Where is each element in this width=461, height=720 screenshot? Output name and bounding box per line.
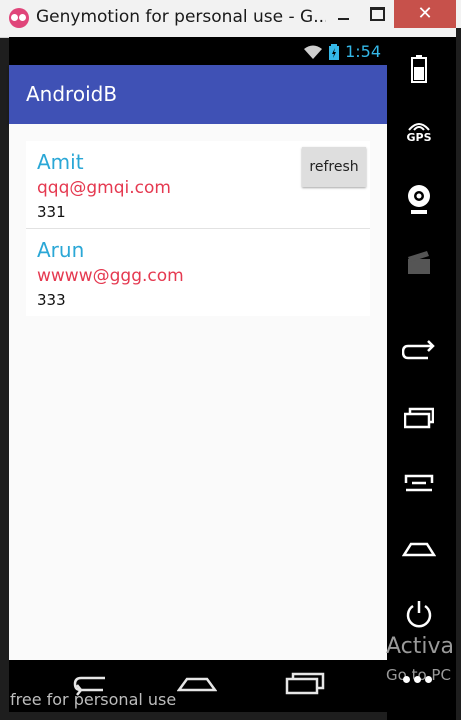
window-title-bar: Genymotion for personal use - G... ✕ bbox=[0, 0, 461, 38]
more-options-icon[interactable] bbox=[403, 676, 432, 683]
window-frame-edge bbox=[456, 28, 461, 720]
contact-name: Amit bbox=[37, 150, 84, 174]
list-item[interactable]: Arun wwww@ggg.com 333 bbox=[26, 228, 370, 316]
gps-icon[interactable]: GPS bbox=[387, 121, 451, 144]
maximize-icon bbox=[369, 7, 385, 21]
app-title: AndroidB bbox=[26, 82, 118, 106]
menu-icon[interactable] bbox=[387, 473, 451, 493]
home-icon[interactable] bbox=[177, 670, 217, 696]
maximize-button[interactable] bbox=[361, 0, 393, 28]
recent-apps-icon[interactable] bbox=[285, 670, 325, 696]
app-toolbar: AndroidB bbox=[9, 65, 387, 124]
contact-number: 331 bbox=[37, 203, 66, 221]
status-time: 1:54 bbox=[345, 42, 381, 61]
close-button[interactable]: ✕ bbox=[394, 0, 456, 28]
power-icon[interactable] bbox=[387, 599, 451, 629]
personal-use-watermark: free for personal use bbox=[10, 690, 177, 709]
genymotion-sidebar: GPS bbox=[387, 37, 461, 720]
contact-name: Arun bbox=[37, 238, 85, 262]
list-item[interactable]: Amit qqq@gmqi.com 331 refresh bbox=[26, 141, 370, 228]
close-icon: ✕ bbox=[417, 3, 433, 24]
minimize-icon bbox=[337, 18, 349, 20]
window-title: Genymotion for personal use - G... bbox=[36, 7, 326, 27]
activate-windows-text: Activa bbox=[386, 634, 454, 659]
gps-label: GPS bbox=[406, 131, 432, 144]
contact-number: 333 bbox=[37, 291, 66, 309]
refresh-button[interactable]: refresh bbox=[302, 147, 366, 187]
battery-icon[interactable] bbox=[387, 55, 451, 83]
battery-charging-icon bbox=[329, 43, 340, 60]
webcam-icon[interactable] bbox=[387, 183, 451, 215]
contact-list: Amit qqq@gmqi.com 331 refresh Arun wwww@… bbox=[26, 141, 370, 316]
app-content: Amit qqq@gmqi.com 331 refresh Arun wwww@… bbox=[9, 124, 387, 660]
recent-apps-icon[interactable] bbox=[387, 407, 451, 429]
genymotion-logo-icon bbox=[9, 8, 29, 28]
contact-email: wwww@ggg.com bbox=[37, 266, 184, 286]
back-icon[interactable] bbox=[387, 339, 451, 363]
contact-email: qqq@gmqi.com bbox=[37, 178, 171, 198]
home-icon[interactable] bbox=[387, 539, 451, 557]
wifi-icon bbox=[304, 45, 323, 59]
android-status-bar: 1:54 bbox=[9, 37, 387, 65]
minimize-button[interactable] bbox=[325, 0, 361, 28]
clapper-icon[interactable] bbox=[387, 249, 451, 275]
